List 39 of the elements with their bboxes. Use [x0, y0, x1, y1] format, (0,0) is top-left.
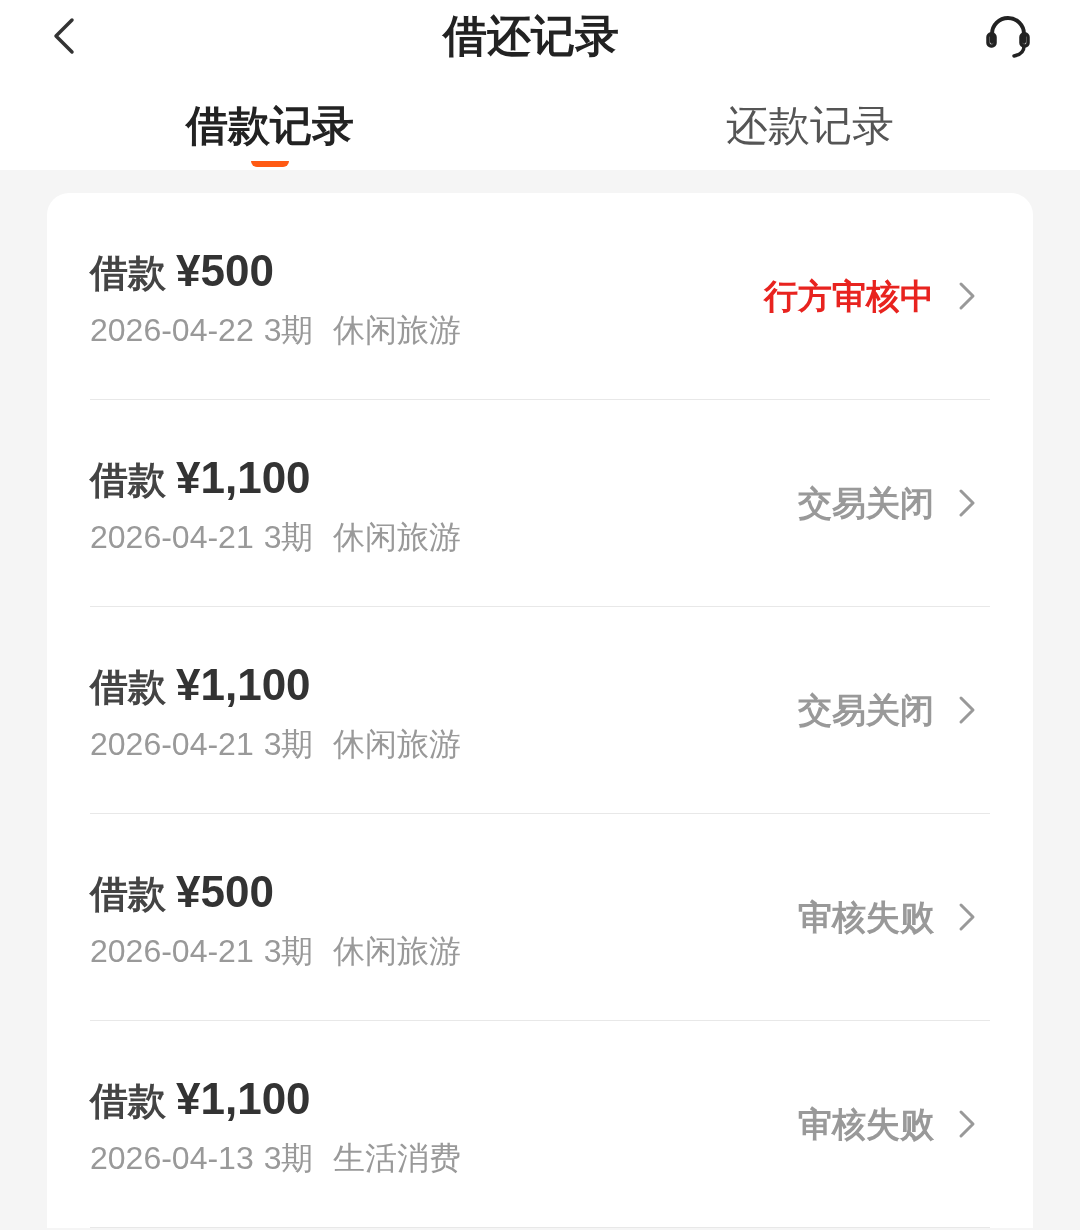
- loan-amount: ¥1,100: [176, 1073, 311, 1125]
- loan-amount: ¥1,100: [176, 452, 311, 504]
- loan-term: 3期: [263, 518, 314, 557]
- loan-label: 借款: [90, 1079, 166, 1124]
- status-label: 审核失败: [798, 896, 934, 938]
- loan-purpose: 生活消费: [333, 1139, 462, 1178]
- loan-term: 3期: [263, 932, 314, 971]
- loan-label: 借款: [90, 251, 166, 296]
- chevron-right-icon[interactable]: [958, 902, 976, 932]
- loan-label: 借款: [90, 458, 166, 503]
- loan-purpose: 休闲旅游: [333, 932, 462, 971]
- loan-term: 3期: [263, 1139, 314, 1178]
- loan-term: 3期: [263, 311, 314, 350]
- chevron-right-icon[interactable]: [958, 488, 976, 518]
- status-label: 交易关闭: [798, 689, 934, 731]
- page-title: 借还记录: [443, 10, 619, 62]
- loan-date: 2026-04-13: [90, 1139, 254, 1178]
- chevron-right-icon[interactable]: [958, 1109, 976, 1139]
- loan-purpose: 休闲旅游: [333, 311, 462, 350]
- loan-purpose: 休闲旅游: [333, 518, 462, 557]
- chevron-right-icon[interactable]: [958, 281, 976, 311]
- loan-amount: ¥1,100: [176, 659, 311, 711]
- loan-date: 2026-04-22: [90, 311, 254, 350]
- loan-term: 3期: [263, 725, 314, 764]
- loan-amount: ¥500: [176, 245, 274, 297]
- loan-date: 2026-04-21: [90, 725, 254, 764]
- tab[interactable]: 借款记录: [0, 72, 540, 170]
- status-label: 行方审核中: [764, 275, 934, 317]
- status-label: 审核失败: [798, 1103, 934, 1145]
- chevron-right-icon[interactable]: [958, 695, 976, 725]
- loan-label: 借款: [90, 872, 166, 917]
- tab-indicator: [251, 161, 289, 167]
- loan-purpose: 休闲旅游: [333, 725, 462, 764]
- loan-date: 2026-04-21: [90, 932, 254, 971]
- loan-date: 2026-04-21: [90, 518, 254, 557]
- loan-label: 借款: [90, 665, 166, 710]
- tab[interactable]: 还款记录: [540, 72, 1080, 170]
- loan-amount: ¥500: [176, 866, 274, 918]
- status-label: 交易关闭: [798, 482, 934, 524]
